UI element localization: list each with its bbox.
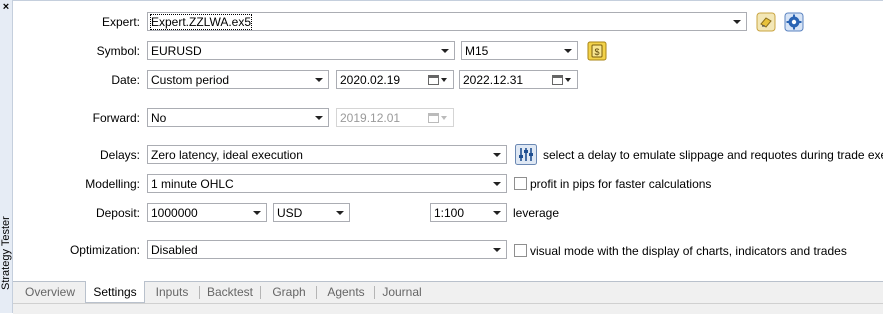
deposit-amount-value: 1000000: [151, 206, 198, 220]
expert-settings-gear-icon[interactable]: [784, 12, 804, 32]
tab-journal[interactable]: Journal: [378, 282, 426, 302]
panel-side-bar: × Strategy Tester: [0, 0, 13, 313]
date-from-value: 2020.02.19: [340, 73, 401, 87]
chevron-down-icon: [315, 78, 323, 82]
modelling-label: Modelling:: [85, 177, 140, 191]
chevron-down-icon: [441, 116, 447, 120]
deposit-currency-select[interactable]: USD: [273, 203, 350, 222]
date-to-picker[interactable]: 2022.12.31: [459, 70, 578, 89]
visual-mode-checkbox[interactable]: [514, 244, 527, 257]
modelling-select[interactable]: 1 minute OHLC: [147, 174, 507, 193]
tab-settings[interactable]: Settings: [85, 281, 145, 303]
modelling-value: 1 minute OHLC: [151, 177, 234, 191]
chevron-down-icon: [493, 153, 501, 157]
tab-separator: [374, 286, 375, 299]
optimization-label: Optimization:: [69, 243, 140, 257]
timeframe-select[interactable]: M15: [461, 41, 578, 60]
date-period-select[interactable]: Custom period: [147, 70, 329, 89]
delays-select[interactable]: Zero latency, ideal execution: [147, 145, 507, 164]
symbol-properties-icon[interactable]: $: [587, 41, 607, 61]
forward-value: No: [151, 111, 167, 125]
tab-separator: [199, 286, 200, 299]
expert-label: Expert:: [101, 15, 140, 29]
chevron-down-icon: [441, 78, 447, 82]
forward-date-picker[interactable]: 2019.12.01: [336, 108, 454, 127]
tab-agents[interactable]: Agents: [321, 282, 371, 302]
chevron-down-icon: [441, 49, 449, 53]
delays-value: Zero latency, ideal execution: [151, 148, 303, 162]
leverage-select[interactable]: 1:100: [430, 203, 507, 222]
forward-select[interactable]: No: [147, 108, 329, 127]
optimization-value: Disabled: [151, 243, 198, 257]
tab-bar: Overview Settings Inputs Backtest Graph …: [13, 281, 883, 303]
expert-value: Expert.ZZLWA.ex5: [149, 14, 253, 30]
chevron-down-icon: [315, 116, 323, 120]
chevron-down-icon: [336, 211, 344, 215]
date-to-value: 2022.12.31: [463, 73, 524, 87]
chevron-down-icon: [493, 211, 501, 215]
forward-date-value: 2019.12.01: [340, 111, 401, 125]
tab-overview[interactable]: Overview: [17, 282, 83, 302]
chevron-down-icon: [493, 248, 501, 252]
svg-text:$: $: [594, 47, 599, 57]
symbol-label: Symbol:: [96, 44, 140, 58]
calendar-icon: [552, 75, 563, 85]
tab-graph[interactable]: Graph: [265, 282, 313, 302]
tab-separator: [260, 286, 261, 299]
visual-mode-label: visual mode with the display of charts, …: [530, 244, 847, 258]
optimization-select[interactable]: Disabled: [147, 240, 507, 259]
timeframe-value: M15: [465, 44, 489, 58]
calendar-icon: [428, 113, 439, 123]
deposit-label: Deposit:: [95, 206, 140, 220]
tab-backtest[interactable]: Backtest: [203, 282, 257, 302]
symbol-select[interactable]: EURUSD: [147, 41, 455, 60]
symbol-value: EURUSD: [151, 44, 202, 58]
delays-label: Delays:: [99, 148, 140, 162]
status-strip: [13, 303, 883, 314]
tab-separator: [316, 286, 317, 299]
delay-sliders-icon[interactable]: [515, 144, 537, 165]
chevron-down-icon: [565, 78, 571, 82]
chevron-down-icon: [564, 49, 572, 53]
profit-in-pips-label: profit in pips for faster calculations: [530, 177, 712, 191]
date-period-value: Custom period: [151, 73, 230, 87]
tab-inputs[interactable]: Inputs: [147, 282, 197, 302]
deposit-amount-select[interactable]: 1000000: [147, 203, 267, 222]
deposit-currency-value: USD: [277, 206, 303, 220]
delays-hint: select a delay to emulate slippage and r…: [543, 148, 883, 162]
leverage-value: 1:100: [434, 206, 465, 220]
date-label: Date:: [111, 73, 140, 87]
expert-select[interactable]: Expert.ZZLWA.ex5: [147, 12, 747, 31]
edit-expert-icon[interactable]: [756, 12, 776, 32]
forward-label: Forward:: [92, 111, 140, 125]
top-border: [13, 0, 883, 1]
chevron-down-icon: [493, 182, 501, 186]
leverage-label: leverage: [513, 206, 560, 220]
profit-in-pips-checkbox[interactable]: [514, 177, 527, 190]
date-from-picker[interactable]: 2020.02.19: [336, 70, 454, 89]
close-icon[interactable]: ×: [1, 1, 11, 13]
chevron-down-icon: [253, 211, 261, 215]
chevron-down-icon: [733, 20, 741, 24]
panel-title: Strategy Tester: [0, 216, 12, 290]
calendar-icon: [428, 75, 439, 85]
